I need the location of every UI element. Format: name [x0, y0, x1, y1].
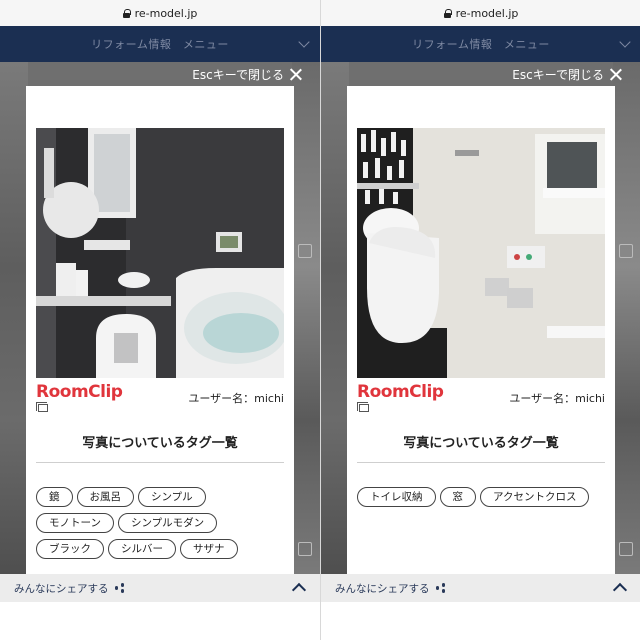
background-photo-left [0, 62, 28, 574]
close-label: Escキーで閉じる [512, 67, 604, 82]
divider [357, 462, 605, 463]
site-header[interactable]: リフォーム情報 メニュー [321, 26, 640, 62]
background-badge-icon [298, 542, 312, 556]
close-modal-button[interactable]: Escキーで閉じる [192, 62, 302, 86]
toilet-photo[interactable] [357, 128, 605, 378]
bathroom-photo[interactable] [36, 128, 284, 378]
header-menu-label: リフォーム情報 メニュー [91, 38, 229, 51]
chevron-down-icon[interactable] [619, 36, 631, 48]
tag-chip[interactable]: ブラック [36, 539, 104, 559]
split-screen: re-model.jp リフォーム情報 メニュー みんなにシェアする Escキー… [0, 0, 640, 640]
share-icon[interactable] [435, 583, 446, 593]
share-label: みんなにシェアする [14, 582, 109, 595]
page-bottom [321, 602, 640, 640]
share-bar[interactable]: みんなにシェアする [321, 574, 640, 602]
tag-chip[interactable]: お風呂 [76, 487, 134, 507]
tag-chip[interactable]: シンプルモダン [117, 513, 218, 533]
url-bar[interactable]: re-model.jp [321, 0, 640, 26]
close-icon[interactable] [610, 68, 622, 80]
tag-list: 鏡 お風呂 シンプル モノトーン シンプルモダン ブラック シルバー サザナ [36, 487, 286, 559]
url-bar[interactable]: re-model.jp [0, 0, 320, 26]
background-photo-left [321, 62, 349, 574]
background-photo-right [613, 62, 640, 574]
pane-left: re-model.jp リフォーム情報 メニュー みんなにシェアする Escキー… [0, 0, 320, 640]
share-icon[interactable] [114, 583, 125, 593]
photo-modal: RoomClip ユーザー名：michi 写真についているタグ一覧 鏡 お風呂 … [26, 86, 294, 574]
chevron-up-icon[interactable] [612, 582, 628, 598]
header-menu-label: リフォーム情報 メニュー [412, 38, 550, 51]
tag-chip[interactable]: アクセントクロス [480, 487, 590, 507]
site-header[interactable]: リフォーム情報 メニュー [0, 26, 320, 62]
tag-chip[interactable]: トイレ収納 [357, 487, 436, 507]
tag-chip[interactable]: モノトーン [36, 513, 114, 533]
pane-right: re-model.jp リフォーム情報 メニュー みんなにシェアする Escキー… [320, 0, 640, 640]
share-label: みんなにシェアする [335, 582, 430, 595]
tags-title: 写真についているタグ一覧 [403, 436, 559, 451]
background-badge-icon [619, 244, 633, 258]
tag-list: トイレ収納 窓 アクセントクロス [357, 487, 607, 507]
background-badge-icon [619, 542, 633, 556]
close-label: Escキーで閉じる [192, 67, 284, 82]
roomclip-logo[interactable]: RoomClip [357, 382, 444, 402]
photo-modal: RoomClip ユーザー名：michi 写真についているタグ一覧 トイレ収納 … [347, 86, 615, 574]
close-modal-button[interactable]: Escキーで閉じる [512, 62, 622, 86]
close-icon[interactable] [290, 68, 302, 80]
username: ユーザー名：michi [188, 392, 284, 405]
tag-chip[interactable]: 鏡 [36, 487, 73, 507]
background-badge-icon [298, 244, 312, 258]
chevron-down-icon[interactable] [298, 36, 310, 48]
tag-chip[interactable]: シルバー [108, 539, 176, 559]
roomclip-logo[interactable]: RoomClip [36, 382, 123, 402]
tags-title: 写真についているタグ一覧 [82, 436, 238, 451]
tag-chip[interactable]: 窓 [439, 487, 476, 507]
tag-chip[interactable]: サザナ [180, 539, 238, 559]
background-photo-right [292, 62, 320, 574]
page-bottom [0, 602, 320, 640]
username: ユーザー名：michi [509, 392, 605, 405]
share-bar[interactable]: みんなにシェアする [0, 574, 320, 602]
chevron-up-icon[interactable] [291, 582, 307, 598]
divider [36, 462, 284, 463]
url-text: re-model.jp [455, 6, 519, 20]
lock-icon [443, 8, 452, 18]
tag-chip[interactable]: シンプル [138, 487, 206, 507]
url-text: re-model.jp [134, 6, 198, 20]
photo-icon[interactable] [357, 402, 369, 412]
photo-icon[interactable] [36, 402, 48, 412]
lock-icon [122, 8, 131, 18]
